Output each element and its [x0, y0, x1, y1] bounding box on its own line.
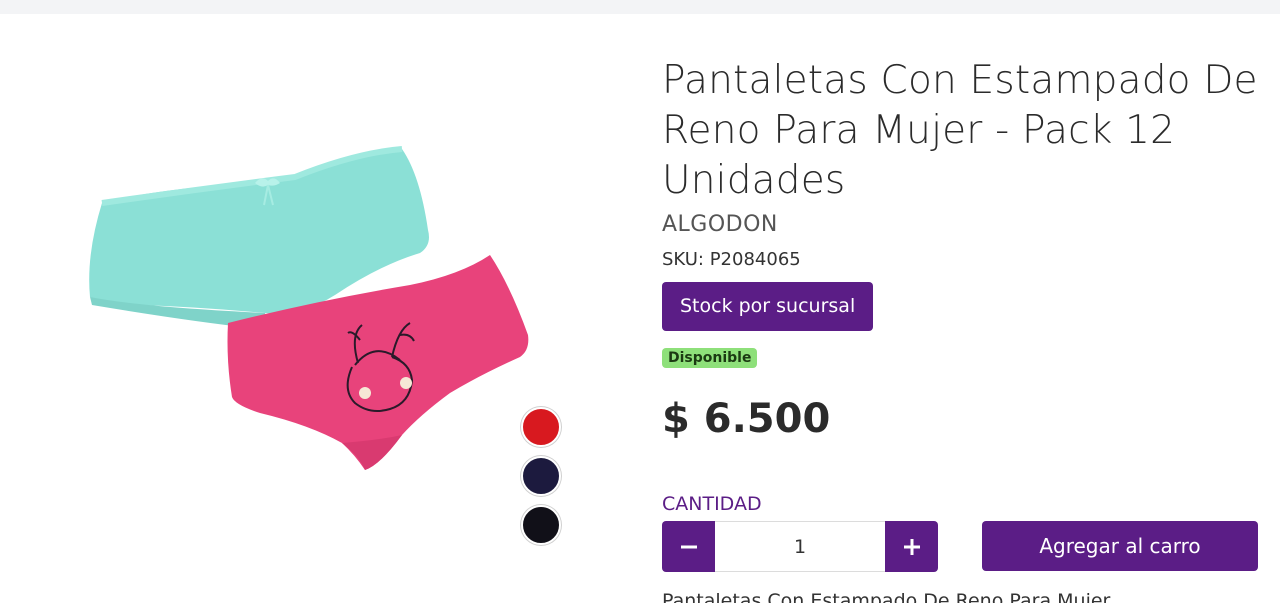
product-image [80, 135, 540, 480]
color-swatches [521, 407, 565, 554]
swatch-red[interactable] [521, 407, 561, 447]
quantity-increase-button[interactable] [885, 521, 938, 572]
quantity-stepper [662, 521, 938, 572]
quantity-decrease-button[interactable] [662, 521, 715, 572]
quantity-label: CANTIDAD [662, 493, 762, 515]
swatch-navy[interactable] [521, 456, 561, 496]
plus-icon [903, 538, 920, 555]
minus-icon [680, 545, 697, 548]
product-brand: ALGODON [662, 212, 778, 237]
product-description-preview: Pantaletas Con Estampado De Reno Para Mu… [662, 590, 1111, 603]
top-bar [0, 0, 1280, 14]
stock-by-branch-button[interactable]: Stock por sucursal [662, 282, 874, 331]
product-info: Pantaletas Con Estampado De Reno Para Mu… [662, 56, 1262, 442]
swatch-black[interactable] [521, 505, 561, 545]
quantity-input[interactable] [715, 521, 885, 572]
product-price: $ 6.500 [662, 396, 831, 442]
availability-badge: Disponible [662, 348, 758, 368]
add-to-cart-button[interactable]: Agregar al carro [982, 521, 1258, 571]
product-sku: SKU: P2084065 [662, 249, 801, 270]
product-title: Pantaletas Con Estampado De Reno Para Mu… [662, 58, 1258, 203]
